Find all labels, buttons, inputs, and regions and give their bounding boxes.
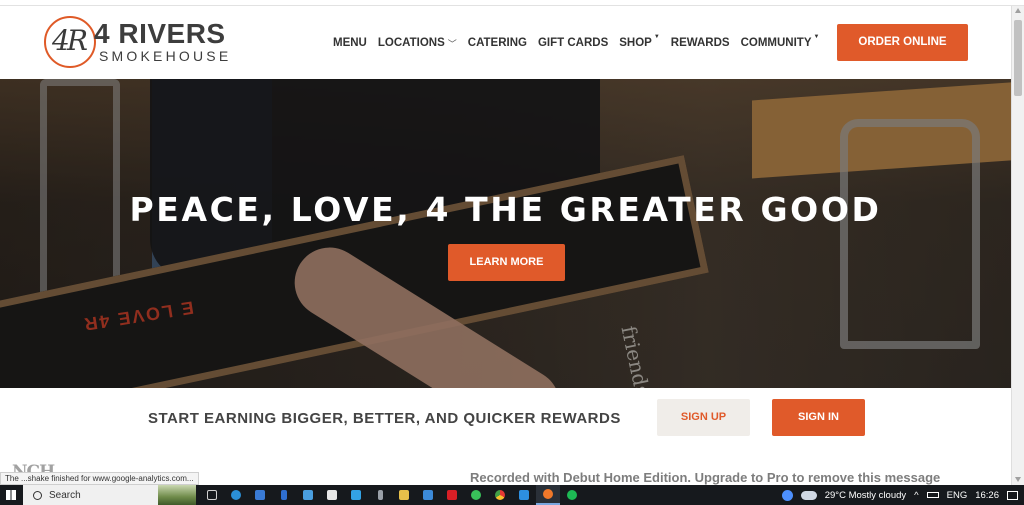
scroll-up-icon[interactable] bbox=[1015, 8, 1021, 13]
order-online-button[interactable]: ORDER ONLINE bbox=[837, 24, 968, 61]
nav-item-community[interactable]: COMMUNITY ▼ bbox=[740, 34, 820, 49]
tray-overflow-icon[interactable]: ^ bbox=[914, 490, 918, 501]
sign-up-button[interactable]: SIGN UP bbox=[657, 399, 750, 436]
rewards-headline: START EARNING BIGGER, BETTER, AND QUICKE… bbox=[148, 410, 621, 427]
browser-status-tooltip: The ...shake finished for www.google-ana… bbox=[0, 472, 199, 485]
system-tray: 29°C Mostly cloudy ^ ENG 16:26 bbox=[774, 485, 1018, 505]
hero-dark-overlay bbox=[0, 79, 1011, 388]
nav-item-menu[interactable]: MENU bbox=[333, 37, 367, 49]
hero-banner: E LOVE 4R friends PEACE, LOVE, 4 THE GRE… bbox=[0, 79, 1011, 388]
main-nav: MENU LOCATIONS ﹀ CATERING GIFT CARDS SHOP… bbox=[333, 34, 830, 50]
mail-icon[interactable] bbox=[248, 485, 272, 505]
logo-name: 4 RIVERS bbox=[94, 18, 226, 49]
weather-cloud-icon[interactable] bbox=[800, 490, 817, 500]
taskbar-clock[interactable]: 16:26 bbox=[975, 490, 999, 501]
windows-start-button[interactable] bbox=[0, 485, 22, 505]
weather-text[interactable]: 29°C Mostly cloudy bbox=[825, 490, 906, 501]
whatsapp-icon[interactable] bbox=[464, 485, 488, 505]
power-automate-icon[interactable] bbox=[272, 485, 296, 505]
scrollbar-thumb[interactable] bbox=[1014, 20, 1022, 96]
cloud-app-icon[interactable] bbox=[296, 485, 320, 505]
firefox-icon[interactable] bbox=[536, 485, 560, 505]
nav-item-label: MENU bbox=[333, 37, 367, 49]
dropdown-caret-icon: ▼ bbox=[653, 34, 660, 40]
nav-item-label: LOCATIONS bbox=[377, 36, 445, 49]
edge-icon[interactable] bbox=[224, 485, 248, 505]
nav-item-label: REWARDS bbox=[670, 37, 730, 49]
nav-item-rewards[interactable]: REWARDS bbox=[671, 37, 730, 49]
recording-watermark: Recorded with Debut Home Edition. Upgrad… bbox=[470, 470, 941, 485]
search-icon bbox=[33, 490, 42, 500]
nav-item-label: GIFT CARDS bbox=[537, 37, 609, 49]
chevron-down-icon: ﹀ bbox=[447, 38, 457, 49]
language-indicator[interactable]: ENG bbox=[947, 490, 968, 501]
nav-item-shop[interactable]: SHOP ▼ bbox=[619, 34, 660, 49]
learn-more-button[interactable]: LEARN MORE bbox=[448, 244, 565, 281]
store-icon[interactable] bbox=[320, 485, 344, 505]
spotify-icon[interactable] bbox=[560, 485, 584, 505]
netflix-icon[interactable] bbox=[440, 485, 464, 505]
battery-icon[interactable] bbox=[926, 492, 939, 498]
notifications-icon[interactable] bbox=[1007, 490, 1018, 500]
rewards-bar: START EARNING BIGGER, BETTER, AND QUICKE… bbox=[0, 388, 1011, 448]
site-logo[interactable]: 4R 4 RIVERS SMOKEHOUSE bbox=[44, 16, 254, 70]
dropdown-caret-icon: ▼ bbox=[813, 34, 820, 40]
page-lower-area: NCH The ...shake finished for www.google… bbox=[0, 448, 1011, 485]
logo-subtitle: SMOKEHOUSE bbox=[99, 48, 232, 64]
taskbar-apps bbox=[200, 485, 584, 505]
media-player-icon[interactable] bbox=[344, 485, 368, 505]
nav-item-locations[interactable]: LOCATIONS ﹀ bbox=[378, 37, 457, 50]
page-scrollbar[interactable] bbox=[1011, 6, 1024, 485]
search-highlight-image bbox=[158, 485, 196, 505]
nav-item-catering[interactable]: CATERING bbox=[468, 37, 527, 49]
windows-logo-icon bbox=[6, 490, 16, 500]
vscode-icon[interactable] bbox=[512, 485, 536, 505]
nav-item-gift-cards[interactable]: GIFT CARDS bbox=[538, 37, 608, 49]
usb-drive-icon[interactable] bbox=[368, 485, 392, 505]
taskbar-search-label: Search bbox=[49, 489, 81, 501]
chrome-tray-icon[interactable] bbox=[781, 489, 793, 501]
nav-item-label: COMMUNITY bbox=[740, 37, 812, 49]
photos-icon[interactable] bbox=[416, 485, 440, 505]
nav-item-label: SHOP bbox=[619, 37, 652, 49]
logo-mark: 4R bbox=[52, 24, 88, 57]
scroll-down-icon[interactable] bbox=[1015, 477, 1021, 482]
windows-taskbar: Search 29°C Mostly cloudy ^ ENG 16:26 bbox=[0, 485, 1024, 505]
nav-item-label: CATERING bbox=[467, 37, 527, 49]
taskbar-search-box[interactable]: Search bbox=[23, 485, 196, 505]
site-header: 4R 4 RIVERS SMOKEHOUSE MENU LOCATIONS ﹀ C… bbox=[0, 6, 1011, 79]
sign-in-button[interactable]: SIGN IN bbox=[772, 399, 865, 436]
chrome-icon[interactable] bbox=[488, 485, 512, 505]
task-view-icon[interactable] bbox=[200, 485, 224, 505]
hero-title: PEACE, LOVE, 4 THE GREATER GOOD bbox=[129, 190, 882, 229]
file-explorer-icon[interactable] bbox=[392, 485, 416, 505]
